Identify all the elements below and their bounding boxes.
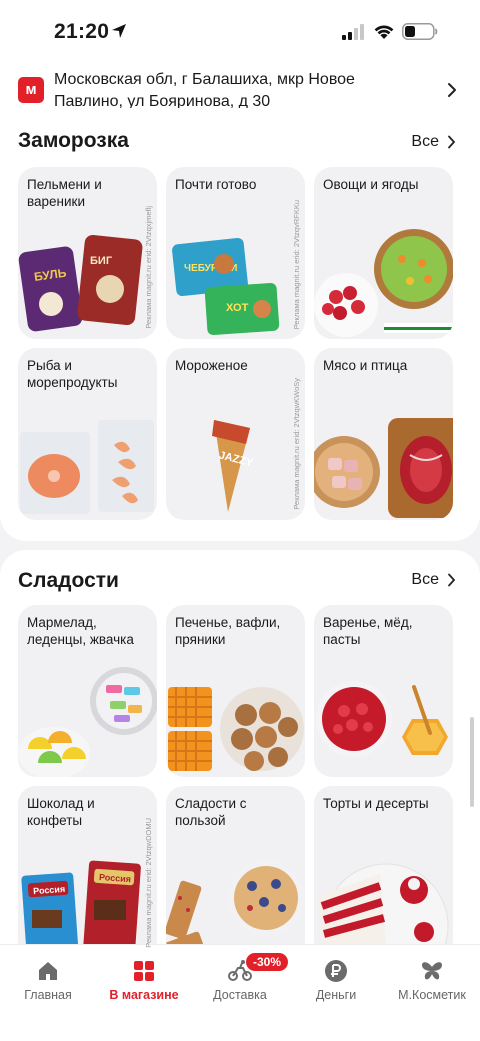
- address-text[interactable]: Московская обл, г Балашиха, мкр Новое Па…: [54, 69, 424, 113]
- cakes-desserts-image: [318, 863, 449, 958]
- dumplings-image: БУЛЬ БИГ: [18, 234, 143, 332]
- tab-label: Главная: [24, 988, 72, 1002]
- svg-text:ХОТ: ХОТ: [226, 302, 249, 314]
- tile-label: Варенье, мёд, пасты: [323, 615, 413, 647]
- chevron-right-icon: [448, 573, 456, 587]
- jam-honey-image: [316, 681, 448, 757]
- tile-label: Печенье, вафли, пряники: [175, 615, 281, 647]
- delivery-promo-badge: -30%: [246, 953, 289, 971]
- tab-in-store[interactable]: В магазине: [96, 959, 192, 1002]
- section-title: Заморозка: [18, 129, 129, 152]
- tab-home[interactable]: Главная: [0, 959, 96, 1002]
- scroll-indicator[interactable]: [470, 717, 474, 807]
- category-tile-chocolate-candy[interactable]: Шоколад и конфеты Россия Россия Реклама …: [18, 786, 157, 958]
- cellular-signal-icon: [342, 24, 364, 40]
- category-tile-meat-poultry[interactable]: Мясо и птица: [314, 348, 453, 520]
- marmalade-candy-image: [18, 667, 157, 777]
- status-bar: 21:20: [0, 0, 480, 62]
- tile-label: Овощи и ягоды: [323, 177, 419, 192]
- ruble-icon: [325, 960, 347, 982]
- see-all-label: Все: [411, 571, 439, 588]
- ready-meals-image: ЧЕБУРЕКИ ХОТ: [172, 237, 280, 336]
- tile-label: Мороженое: [175, 358, 248, 373]
- status-time: 21:20: [54, 20, 110, 43]
- vegetables-berries-image: [314, 229, 453, 337]
- ad-disclaimer: Реклама magnit.ru erid: 2VtzqwKWoSy: [292, 378, 301, 510]
- tab-label: Деньги: [315, 988, 357, 1002]
- home-icon: [39, 962, 57, 980]
- store-icon: [134, 961, 154, 981]
- chocolate-candy-image: Россия Россия: [21, 860, 141, 958]
- category-tile-cakes-desserts[interactable]: Торты и десерты: [314, 786, 453, 958]
- category-tile-cookies-waffles[interactable]: Печенье, вафли, пряники: [166, 605, 305, 777]
- ad-disclaimer: Реклама magnit.ru erid: 2VtzqvRFKKu: [292, 199, 301, 329]
- ad-disclaimer: Реклама magnit.ru erid: 2VtzqwDOMU: [144, 818, 153, 948]
- tile-label: Рыба и морепродукты: [27, 358, 118, 390]
- tile-label: Торты и десерты: [323, 796, 429, 811]
- chevron-right-icon: [448, 135, 456, 149]
- tile-label: Мясо и птица: [323, 358, 408, 373]
- see-all-button[interactable]: Все: [411, 133, 456, 151]
- tab-label: М.Косметик: [398, 988, 466, 1002]
- see-all-label: Все: [411, 133, 439, 150]
- see-all-button[interactable]: Все: [411, 571, 456, 589]
- tile-label: Шоколад и конфеты: [27, 796, 95, 828]
- healthy-sweets-image: [166, 860, 304, 958]
- butterfly-icon: [422, 962, 442, 980]
- tile-label: Почти готово: [175, 177, 257, 192]
- wifi-icon: [374, 25, 394, 39]
- tab-money[interactable]: Деньги: [288, 959, 384, 1002]
- category-tile-jam-honey[interactable]: Варенье, мёд, пасты: [314, 605, 453, 777]
- chevron-right-icon[interactable]: [446, 82, 458, 98]
- ad-disclaimer: Реклама magnit.ru erid: 2Vtzqxjmeflj: [144, 206, 153, 329]
- svg-text:БИГ: БИГ: [90, 255, 113, 267]
- category-tile-ice-cream[interactable]: Мороженое JAZZY Реклама magnit.ru erid: …: [166, 348, 305, 520]
- cookies-waffles-image: [168, 687, 304, 771]
- bottom-tab-bar: -30% Главная В магазине Доставка Деньги …: [0, 944, 480, 1041]
- ice-cream-image: JAZZY: [212, 420, 255, 512]
- category-tile-healthy-sweets[interactable]: Сладости с пользой: [166, 786, 305, 958]
- tile-label: Сладости с пользой: [175, 796, 247, 828]
- category-tile-ready-meals[interactable]: Почти готово ЧЕБУРЕКИ ХОТ Реклама magnit…: [166, 167, 305, 339]
- category-tile-fish-seafood[interactable]: Рыба и морепродукты: [18, 348, 157, 520]
- section-frozen: Заморозка Все Пельмени и вареники БУЛЬ Б…: [0, 108, 480, 541]
- tab-label: Доставка: [213, 988, 267, 1002]
- category-tile-dumplings[interactable]: Пельмени и вареники БУЛЬ БИГ Реклама mag…: [18, 167, 157, 339]
- tile-label: Мармелад, леденцы, жвачка: [27, 615, 134, 647]
- tab-cosmetics[interactable]: М.Косметик: [384, 959, 480, 1002]
- tab-label: В магазине: [109, 988, 179, 1002]
- category-tile-marmalade-candy[interactable]: Мармелад, леденцы, жвачка: [18, 605, 157, 777]
- magnit-logo: м: [18, 77, 44, 103]
- meat-poultry-image: [314, 418, 453, 518]
- location-arrow-icon: [112, 24, 126, 38]
- section-sweets: Сладости Все Мармелад, леденцы, жвачка П…: [0, 550, 480, 970]
- battery-icon: [402, 23, 438, 40]
- category-tile-vegetables-berries[interactable]: Овощи и ягоды: [314, 167, 453, 339]
- fish-seafood-image: [20, 420, 154, 514]
- section-title: Сладости: [18, 569, 119, 592]
- tile-label: Пельмени и вареники: [27, 177, 102, 209]
